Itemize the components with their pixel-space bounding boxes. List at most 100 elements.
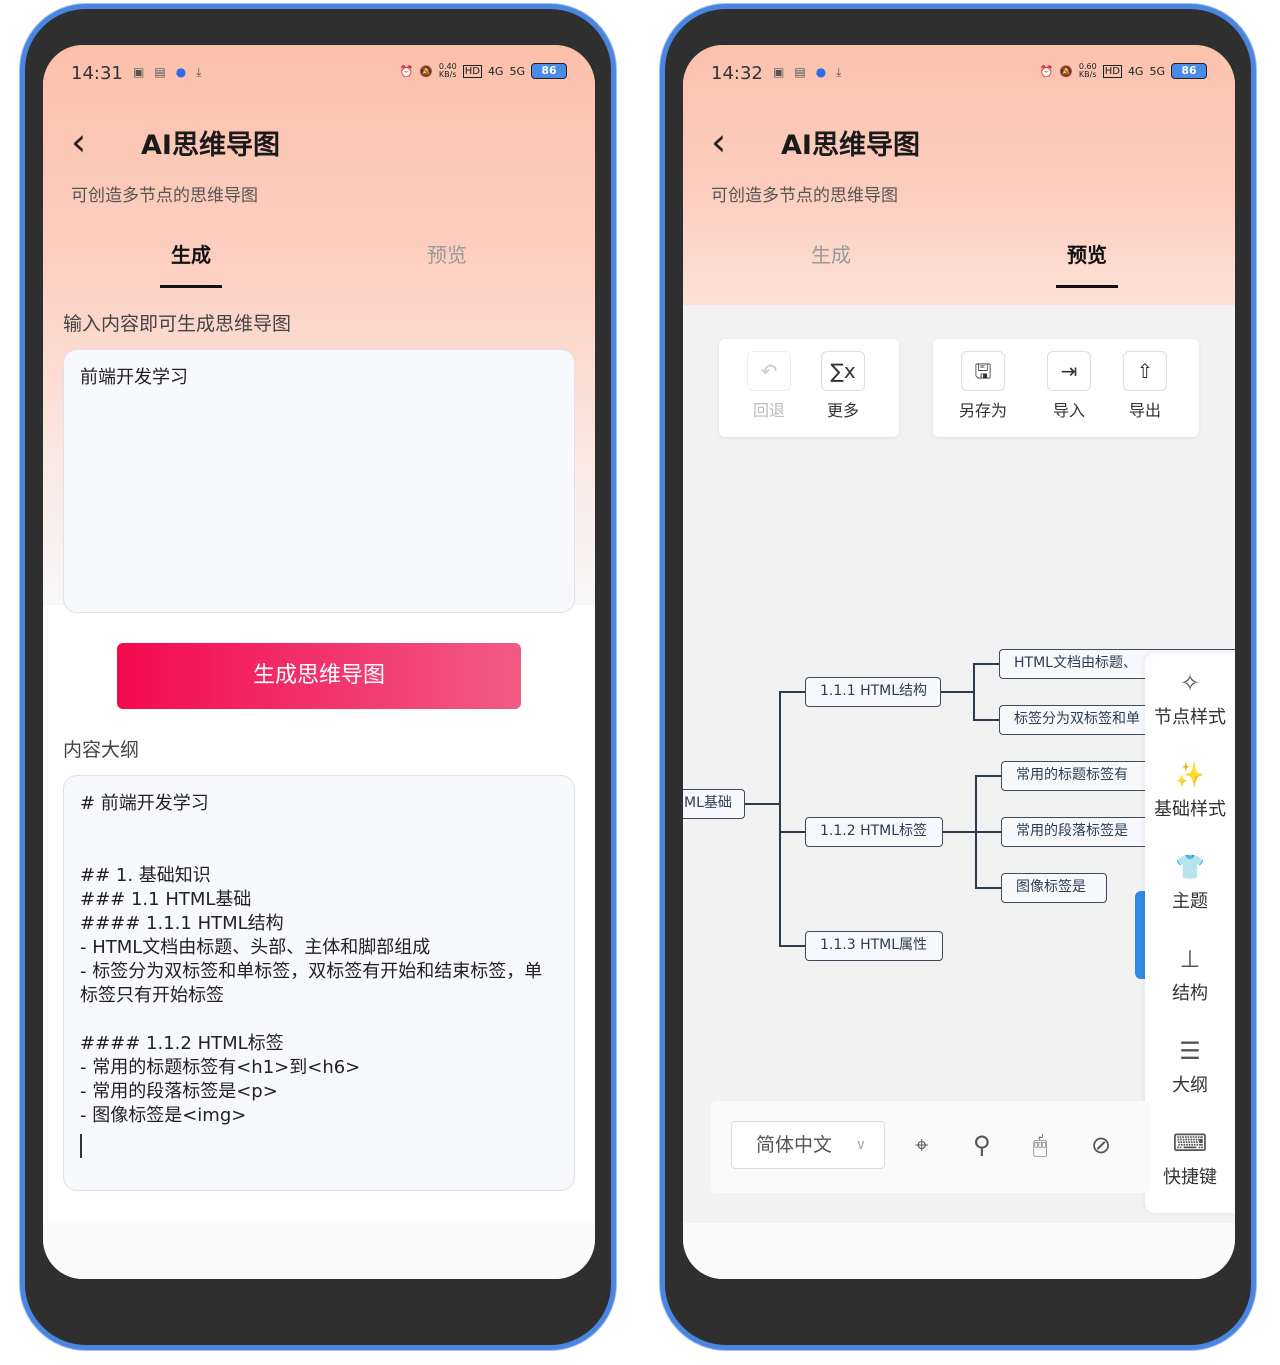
page-subtitle: 可创造多节点的思维导图 [71,186,258,206]
tab-generate[interactable]: 生成 [131,239,251,268]
battery-icon: 86 [531,63,567,79]
shortcuts-button[interactable]: ⌨ 快捷键 [1145,1129,1235,1189]
keyboard-icon: ⌨ [1172,1129,1208,1157]
mouse-icon[interactable]: 🖱 [1033,1131,1047,1159]
generate-mindmap-button[interactable]: 生成思维导图 [117,643,521,709]
outline-button[interactable]: ☰ 大纲 [1145,1037,1235,1097]
status-right-icons: ⏰ 🔕 0.60 KB/s HD 4G 5G 86 [1039,63,1207,79]
status-bar: 14:31 ▣ ▤ ● ⤓ ⏰ 🔕 0.40 KB/s HD 4G 5G 86 [43,45,595,105]
chevron-down-icon: ∨ [855,1137,866,1153]
notification-icon: ▣ [133,65,145,79]
outline-label: 内容大纲 [63,739,140,761]
mindmap-node-l2[interactable]: 常用的标题标签有 [1001,761,1161,791]
signal-5g: 5G [509,64,525,78]
export-icon: ⇧ [1123,351,1167,391]
outline-label: 大纲 [1172,1075,1208,1096]
connector [939,691,975,693]
language-select[interactable]: 简体中文 ∨ [731,1121,885,1169]
status-bar: 14:32 ▣ ▤ ● ⤓ ⏰ 🔕 0.60 KB/s HD 4G 5G 86 [683,45,1235,105]
more-label: 更多 [826,401,859,420]
download-icon: ⤓ [836,65,842,79]
locate-icon[interactable]: ⌖ [915,1131,929,1159]
undo-label: 回退 [752,401,785,420]
mindmap-root-node[interactable]: ML基础 [683,789,745,819]
mindmap-node-l1[interactable]: 1.1.3 HTML属性 [805,931,943,961]
net-speed: 0.60 KB/s [1078,62,1097,79]
hd-icon: HD [1102,64,1122,78]
mindmap-node-l2[interactable]: 常用的段落标签是 [1001,817,1161,847]
connector [975,831,1001,833]
back-arrow-icon[interactable]: ‹ [711,123,726,161]
node-style-button[interactable]: ✧ 节点样式 [1145,669,1235,729]
import-label: 导入 [1052,401,1085,420]
toolbar-file: 🖫 另存为 ⇥ 导入 ⇧ 导出 [933,339,1199,437]
base-style-label: 基础样式 [1154,799,1226,820]
alarm-icon: ⏰ [1039,64,1054,78]
notification-icon: ▣ [773,65,785,79]
toolbar-history: ↶ 回退 ∑x 更多 [719,339,899,437]
outline-line: # 前端开发学习 [80,793,209,814]
tab-preview[interactable]: 预览 [387,239,507,268]
phone-frame-generate: 14:31 ▣ ▤ ● ⤓ ⏰ 🔕 0.40 KB/s HD 4G 5G 86 … [20,4,616,1350]
node-style-icon: ✧ [1179,669,1201,697]
status-right-icons: ⏰ 🔕 0.40 KB/s HD 4G 5G 86 [399,63,567,79]
page-title: AI思维导图 [141,130,280,161]
input-label: 输入内容即可生成思维导图 [63,313,292,335]
outline-line: - 常用的段落标签是<p> [80,1081,278,1102]
outline-textarea[interactable]: # 前端开发学习 ## 1. 基础知识 ### 1.1 HTML基础 #### 1.1… [63,775,575,1191]
theme-button[interactable]: 👕 主题 [1145,853,1235,913]
status-left-icons: ▣ ▤ ● ⤓ [133,65,201,80]
connector [779,831,805,833]
base-style-button[interactable]: ✨ 基础样式 [1145,761,1235,821]
tab-underline [160,285,222,288]
structure-icon: ⊥ [1179,945,1201,973]
shirt-icon: 👕 [1175,853,1205,881]
formula-icon: ∑x [821,351,865,391]
outline-line: - 标签分为双标签和单标签，双标签有开始和结束标签，单标签只有开始标签 [80,961,543,1006]
tab-preview[interactable]: 预览 [1027,239,1147,268]
connector [973,719,999,721]
side-panel-handle[interactable] [1135,891,1145,979]
mute-icon: 🔕 [419,64,433,78]
topic-input[interactable]: 前端开发学习 [63,349,575,613]
more-button[interactable]: ∑x 更多 [815,351,871,421]
connector [779,945,805,947]
connector [975,775,1001,777]
outline-line [80,816,558,840]
outline-line [80,840,558,864]
outline-line: #### 1.1.1 HTML结构 [80,913,284,934]
connector [975,887,1001,889]
structure-button[interactable]: ⊥ 结构 [1145,945,1235,1005]
mindmap-node-l1[interactable]: 1.1.1 HTML结构 [805,677,941,707]
app-dot-icon: ● [815,65,827,79]
shortcuts-label: 快捷键 [1163,1167,1217,1188]
import-button[interactable]: ⇥ 导入 [1041,351,1097,421]
outline-line: - 图像标签是<img> [80,1105,247,1126]
connector [779,691,781,947]
search-icon[interactable]: ⚲ [973,1131,991,1159]
outline-line: - HTML文档由标题、头部、主体和脚部组成 [80,937,431,958]
structure-label: 结构 [1172,983,1208,1004]
app-dot-icon: ● [175,65,187,79]
signal-5g: 5G [1149,64,1165,78]
download-icon: ⤓ [196,65,202,79]
back-arrow-icon[interactable]: ‹ [71,123,86,161]
signal-4g: 4G [487,64,504,78]
text-caret [80,1134,82,1158]
mindmap-node-l1[interactable]: 1.1.2 HTML标签 [805,817,943,847]
connector [973,663,999,665]
undo-button[interactable]: ↶ 回退 [741,351,797,421]
export-label: 导出 [1128,401,1161,420]
screen: 14:31 ▣ ▤ ● ⤓ ⏰ 🔕 0.40 KB/s HD 4G 5G 86 … [43,45,595,1279]
bottom-area [683,1223,1235,1279]
export-button[interactable]: ⇧ 导出 [1117,351,1173,421]
save-as-button[interactable]: 🖫 另存为 [955,351,1011,421]
connector [941,831,977,833]
mindmap-node-l2[interactable]: 图像标签是 [1001,873,1107,903]
compass-icon[interactable]: ⊘ [1091,1131,1111,1159]
tab-generate[interactable]: 生成 [771,239,891,268]
status-time: 14:31 [71,63,123,84]
connector [745,803,781,805]
bottom-area [43,1223,595,1279]
outline-line: - 常用的标题标签有<h1>到<h6> [80,1057,361,1078]
